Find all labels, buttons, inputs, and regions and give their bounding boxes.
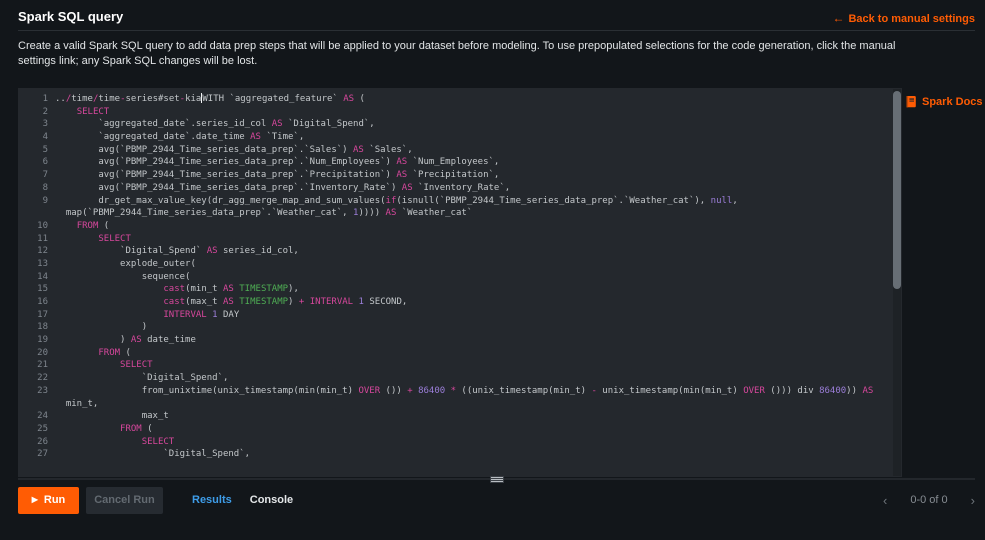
code-line[interactable]: 8 avg(`PBMP_2944_Time_series_data_prep`.… xyxy=(18,182,902,195)
footer-toolbar: ▶ Run Cancel Run Results Console ‹ 0-0 of… xyxy=(18,486,975,514)
line-number: 17 xyxy=(18,309,55,322)
line-number: 8 xyxy=(18,182,55,195)
code-line[interactable]: 12 `Digital_Spend` AS series_id_col, xyxy=(18,245,902,258)
line-number: 26 xyxy=(18,436,55,449)
code-line[interactable]: 16 cast(max_t AS TIMESTAMP) + INTERVAL 1… xyxy=(18,296,902,309)
code-line[interactable]: 19 ) AS date_time xyxy=(18,334,902,347)
line-number: 3 xyxy=(18,118,55,131)
code-line[interactable]: 18 ) xyxy=(18,321,902,334)
code-line[interactable]: 22 `Digital_Spend`, xyxy=(18,372,902,385)
back-link-label: Back to manual settings xyxy=(848,13,975,25)
book-icon xyxy=(905,95,917,108)
line-number: 2 xyxy=(18,106,55,119)
line-number: 21 xyxy=(18,359,55,372)
page-title: Spark SQL query xyxy=(18,9,123,24)
code-line[interactable]: 9 dr_get_max_value_key(dr_agg_merge_map_… xyxy=(18,195,902,208)
editor-scrollbar-track[interactable] xyxy=(893,89,901,476)
code-line[interactable]: map(`PBMP_2944_Time_series_data_prep`.`W… xyxy=(18,207,902,220)
code-line[interactable]: min_t, xyxy=(18,398,902,411)
code-line[interactable]: 10 FROM ( xyxy=(18,220,902,233)
description-text: Create a valid Spark SQL query to add da… xyxy=(18,39,975,69)
spark-docs-link[interactable]: Spark Docs xyxy=(905,95,983,108)
description-line2: settings link; any Spark SQL changes wil… xyxy=(18,55,257,67)
line-number: 13 xyxy=(18,258,55,271)
line-number: 12 xyxy=(18,245,55,258)
code-line[interactable]: 3 `aggregated_date`.series_id_col AS `Di… xyxy=(18,118,902,131)
code-line[interactable]: 23 from_unixtime(unix_timestamp(min(min_… xyxy=(18,385,902,398)
line-number: 22 xyxy=(18,372,55,385)
code-lines: 1../time/time-series#set-kiaWITH `aggreg… xyxy=(18,88,902,461)
line-number: 10 xyxy=(18,220,55,233)
line-number: 24 xyxy=(18,410,55,423)
line-number: 4 xyxy=(18,131,55,144)
tab-console[interactable]: Console xyxy=(250,494,293,506)
tab-results[interactable]: Results xyxy=(192,494,232,506)
play-icon: ▶ xyxy=(32,496,38,504)
code-line[interactable]: 20 FROM ( xyxy=(18,347,902,360)
code-line[interactable]: 24 max_t xyxy=(18,410,902,423)
pagination-next-icon[interactable]: › xyxy=(971,494,975,507)
results-pagination: ‹ 0-0 of 0 › xyxy=(883,486,975,514)
editor-resize-bar xyxy=(18,476,975,482)
line-number: 7 xyxy=(18,169,55,182)
description-line1: Create a valid Spark SQL query to add da… xyxy=(18,40,896,52)
pagination-label: 0-0 of 0 xyxy=(910,494,947,506)
code-line[interactable]: 5 avg(`PBMP_2944_Time_series_data_prep`.… xyxy=(18,144,902,157)
code-line[interactable]: 11 SELECT xyxy=(18,233,902,246)
line-number: 9 xyxy=(18,195,55,208)
back-to-manual-settings-link[interactable]: ← Back to manual settings xyxy=(832,11,975,25)
run-button-label: Run xyxy=(44,494,65,506)
code-line[interactable]: 14 sequence( xyxy=(18,271,902,284)
code-line[interactable]: 13 explode_outer( xyxy=(18,258,902,271)
line-number: 5 xyxy=(18,144,55,157)
line-number: 20 xyxy=(18,347,55,360)
code-line[interactable]: 7 avg(`PBMP_2944_Time_series_data_prep`.… xyxy=(18,169,902,182)
pagination-prev-icon[interactable]: ‹ xyxy=(883,494,887,507)
code-line[interactable]: 1../time/time-series#set-kiaWITH `aggreg… xyxy=(18,93,902,106)
line-number: 1 xyxy=(18,93,55,106)
line-number: 18 xyxy=(18,321,55,334)
line-number: 14 xyxy=(18,271,55,284)
back-arrow-icon: ← xyxy=(832,11,844,25)
run-button[interactable]: ▶ Run xyxy=(18,487,79,514)
line-number: 23 xyxy=(18,385,55,398)
cancel-run-label: Cancel Run xyxy=(94,494,155,506)
line-number: 15 xyxy=(18,283,55,296)
code-line[interactable]: 15 cast(min_t AS TIMESTAMP), xyxy=(18,283,902,296)
code-line[interactable]: 25 FROM ( xyxy=(18,423,902,436)
line-number: 19 xyxy=(18,334,55,347)
line-number: 11 xyxy=(18,233,55,246)
line-number: 25 xyxy=(18,423,55,436)
line-number: 27 xyxy=(18,448,55,461)
code-line[interactable]: 21 SELECT xyxy=(18,359,902,372)
panel-header: Spark SQL query ← Back to manual settings xyxy=(0,0,985,31)
code-line[interactable]: 6 avg(`PBMP_2944_Time_series_data_prep`.… xyxy=(18,156,902,169)
code-line[interactable]: 17 INTERVAL 1 DAY xyxy=(18,309,902,322)
resize-grip-icon[interactable] xyxy=(490,476,504,483)
header-divider xyxy=(18,30,975,31)
code-line[interactable]: 2 SELECT xyxy=(18,106,902,119)
line-number: 6 xyxy=(18,156,55,169)
code-line[interactable]: 27 `Digital_Spend`, xyxy=(18,448,902,461)
editor-scrollbar-thumb[interactable] xyxy=(893,91,901,289)
cancel-run-button[interactable]: Cancel Run xyxy=(86,487,163,514)
line-number: 16 xyxy=(18,296,55,309)
code-line[interactable]: 26 SELECT xyxy=(18,436,902,449)
code-line[interactable]: 4 `aggregated_date`.date_time AS `Time`, xyxy=(18,131,902,144)
code-editor[interactable]: 1../time/time-series#set-kiaWITH `aggreg… xyxy=(18,88,902,477)
spark-docs-label: Spark Docs xyxy=(922,96,983,108)
